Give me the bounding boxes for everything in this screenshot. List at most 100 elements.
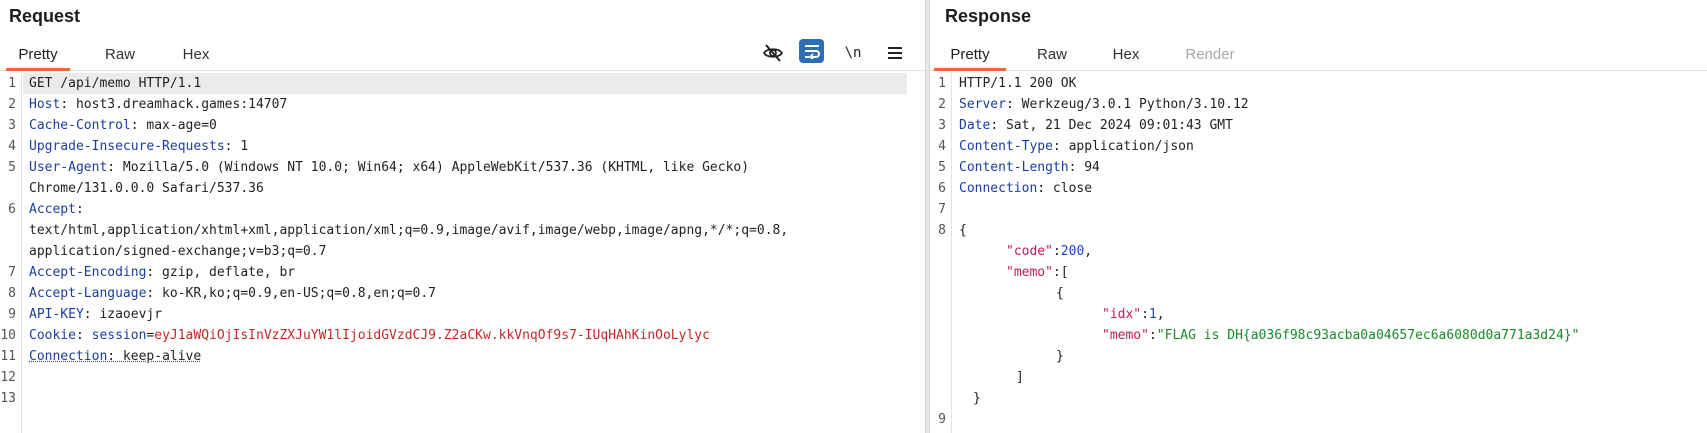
header-key: Accept-Encoding	[29, 265, 147, 280]
line-number: 5	[8, 160, 16, 175]
hamburger-menu-icon[interactable]	[882, 40, 908, 66]
header-key: User-Agent	[29, 160, 108, 175]
header-value: : close	[1037, 181, 1093, 196]
newline-toggle-button[interactable]: \n	[840, 40, 866, 66]
request-gutter: 1 2 3 4 5 6 7 8 9 10 11 12 13	[0, 73, 22, 433]
response-line: Date: Sat, 21 Dec 2024 09:01:43 GMT	[959, 115, 1233, 136]
request-line-text: GET /api/memo HTTP/1.1	[29, 76, 202, 91]
header-key: Content-Length	[959, 160, 1069, 175]
request-line-wrap: Chrome/131.0.0.0 Safari/537.36	[29, 178, 264, 199]
wrap-lines-icon[interactable]	[799, 39, 824, 63]
line-number: 5	[938, 160, 946, 175]
request-line: Cache-Control: max-age=0	[29, 115, 217, 136]
request-line: Connection: keep-alive	[29, 346, 201, 367]
request-line-wrap: application/signed-exchange;v=b3;q=0.7	[29, 241, 326, 262]
header-value: : Sat, 21 Dec 2024 09:01:43 GMT	[990, 118, 1233, 133]
header-value: : application/json	[1052, 139, 1194, 154]
header-value: : 1	[224, 139, 249, 154]
request-line: Accept-Encoding: gzip, deflate, br	[29, 262, 295, 283]
response-tab-render[interactable]: Render	[1175, 43, 1245, 71]
request-tab-pretty[interactable]: Pretty	[6, 43, 70, 71]
line-number: 8	[938, 223, 946, 238]
json-key: "idx"	[1102, 307, 1142, 322]
line-number: 7	[938, 202, 946, 217]
header-key: Server	[959, 97, 1006, 112]
json-key: "memo"	[1006, 265, 1053, 280]
response-editor[interactable]: 1 2 3 4 5 6 7 8 9 HTTP/1.1 200 OK Server…	[930, 73, 1707, 433]
response-line: Content-Type: application/json	[959, 136, 1194, 157]
line-number: 10	[0, 328, 16, 343]
request-line: Accept:	[29, 199, 84, 220]
json-punct: ,	[1084, 244, 1093, 259]
json-punct: :	[1148, 328, 1157, 343]
header-key: Cache-Control	[29, 118, 131, 133]
json-punct: :	[1052, 244, 1061, 259]
request-line: API-KEY: izaoevjr	[29, 304, 162, 325]
header-key: Connection	[29, 349, 108, 364]
header-value: : 94	[1068, 160, 1100, 175]
cookie-sep: :	[75, 328, 92, 343]
json-number: 200	[1060, 244, 1085, 259]
header-value: : host3.dreamhack.games:14707	[60, 97, 288, 112]
json-line: "idx":1,	[1102, 304, 1165, 325]
line-number: 12	[0, 370, 16, 385]
header-key: Accept-Language	[29, 286, 147, 301]
line-number: 6	[938, 181, 946, 196]
header-value: :	[75, 202, 84, 217]
header-key: Host	[29, 97, 61, 112]
header-value: : izaoevjr	[83, 307, 163, 322]
json-number: 1	[1148, 307, 1157, 322]
json-line: "memo":[	[1006, 262, 1069, 283]
header-value: text/html,application/xhtml+xml,applicat…	[29, 223, 789, 238]
response-tab-raw[interactable]: Raw	[1022, 43, 1082, 71]
line-number: 1	[8, 76, 16, 91]
line-number: 9	[938, 412, 946, 427]
line-number: 6	[8, 202, 16, 217]
json-punct: :	[1141, 307, 1149, 322]
header-value: : max-age=0	[130, 118, 217, 133]
request-line: User-Agent: Mozilla/5.0 (Windows NT 10.0…	[29, 157, 749, 178]
request-line: GET /api/memo HTTP/1.1	[29, 73, 201, 94]
cookie-value: eyJ1aWQiOjIsInVzZXJuYW1lIjoidGVzdCJ9.Z2a…	[154, 328, 710, 343]
request-tab-hex[interactable]: Hex	[166, 43, 226, 71]
request-tabbar: Pretty Raw Hex	[0, 40, 925, 71]
request-title: Request	[9, 6, 81, 26]
json-line: "memo":"FLAG is DH{a036f98c93acba0a04657…	[1102, 325, 1579, 346]
response-pane: Response Pretty Raw Hex Render 1 2 3 4 5…	[930, 0, 1707, 433]
response-line: Content-Length: 94	[959, 157, 1100, 178]
line-number: 4	[938, 139, 946, 154]
response-tabbar: Pretty Raw Hex Render	[930, 40, 1707, 71]
response-title: Response	[945, 6, 1032, 26]
line-number: 7	[8, 265, 16, 280]
request-pane: Request Pretty Raw Hex \n 1 2 3 4 5 6 7 …	[0, 0, 925, 433]
response-tab-pretty[interactable]: Pretty	[934, 43, 1006, 71]
line-number: 4	[8, 139, 16, 154]
line-number: 11	[0, 349, 16, 364]
request-line-wrap: text/html,application/xhtml+xml,applicat…	[29, 220, 788, 241]
header-key: Date	[959, 118, 991, 133]
request-tab-raw[interactable]: Raw	[90, 43, 150, 71]
json-brace: {	[1056, 286, 1064, 301]
request-editor[interactable]: 1 2 3 4 5 6 7 8 9 10 11 12 13 GET /api/m…	[0, 73, 925, 433]
response-line: Connection: close	[959, 178, 1092, 199]
response-line: Server: Werkzeug/3.0.1 Python/3.10.12	[959, 94, 1249, 115]
json-line: }	[973, 388, 981, 409]
json-brace: }	[1056, 349, 1064, 364]
eye-off-icon[interactable]	[760, 40, 786, 66]
json-brace: }	[973, 391, 981, 406]
header-value: application/signed-exchange;v=b3;q=0.7	[29, 244, 327, 259]
response-tab-hex[interactable]: Hex	[1096, 43, 1156, 71]
json-line: }	[1056, 346, 1064, 367]
json-key: "memo"	[1102, 328, 1149, 343]
cookie-name: session	[91, 328, 147, 343]
request-line: Accept-Language: ko-KR,ko;q=0.9,en-US;q=…	[29, 283, 436, 304]
json-brace: {	[959, 223, 967, 238]
json-punct: ,	[1156, 307, 1165, 322]
header-value: : Mozilla/5.0 (Windows NT 10.0; Win64; x…	[107, 160, 750, 175]
json-line: "code":200,	[1006, 241, 1092, 262]
line-number: 2	[938, 97, 946, 112]
line-number: 13	[0, 391, 16, 406]
line-number: 9	[8, 307, 16, 322]
json-line: ]	[1016, 367, 1024, 388]
json-punct: :[	[1052, 265, 1069, 280]
